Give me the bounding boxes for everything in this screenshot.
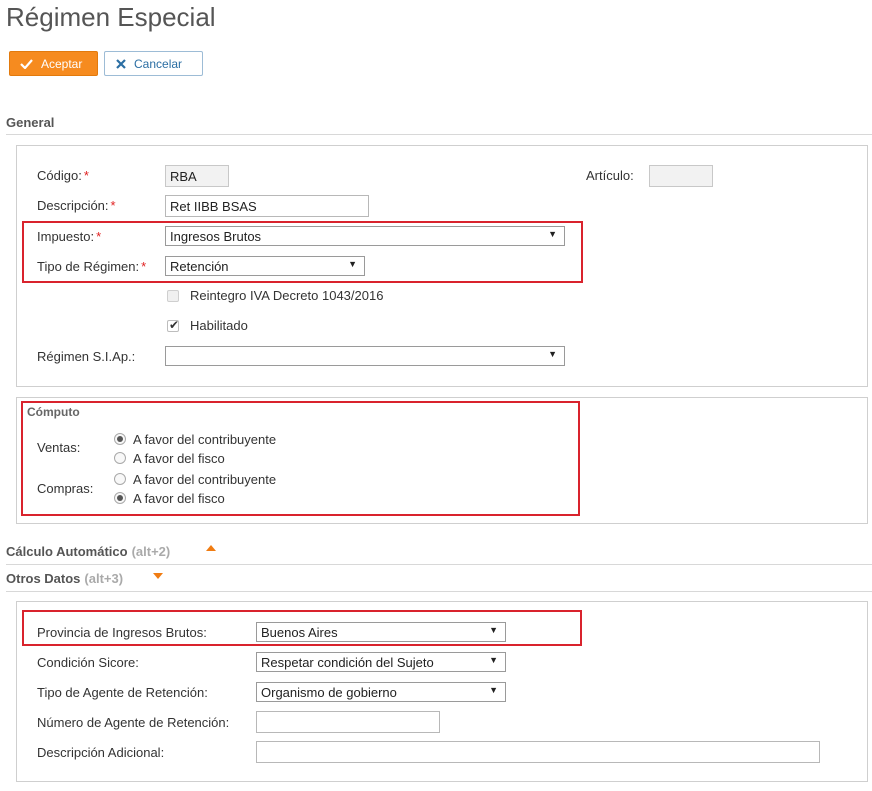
provincia-label: Provincia de Ingresos Brutos: xyxy=(37,625,207,640)
accept-button-label: Aceptar xyxy=(41,56,83,71)
tipo-agente-select[interactable]: Organismo de gobierno ▼ xyxy=(256,682,506,702)
articulo-label: Artículo: xyxy=(586,168,634,183)
ventas-radio-contribuyente[interactable] xyxy=(114,433,126,445)
otros-datos-heading[interactable]: Otros Datos (alt+3) xyxy=(6,571,123,586)
descripcion-label: Descripción: * xyxy=(37,198,116,213)
regimen-siap-select[interactable]: ▼ xyxy=(165,346,565,366)
articulo-field[interactable] xyxy=(649,165,713,187)
ventas-label: Ventas: xyxy=(37,440,81,455)
ventas-option-contribuyente: A favor del contribuyente xyxy=(133,432,277,447)
cancel-button[interactable]: Cancelar xyxy=(104,51,203,76)
triangle-down-icon: ▼ xyxy=(489,625,498,635)
habilitado-checkbox[interactable]: ✔ xyxy=(167,318,180,332)
condicion-sicore-label: Condición Sicore: xyxy=(37,655,139,670)
reintegro-checkbox[interactable] xyxy=(167,290,179,302)
descripcion-adicional-label: Descripción Adicional: xyxy=(37,745,165,760)
numero-agente-field[interactable] xyxy=(256,711,440,733)
general-divider xyxy=(6,134,872,135)
check-icon xyxy=(20,58,33,69)
descripcion-adicional-field[interactable] xyxy=(256,741,820,763)
triangle-down-icon: ▼ xyxy=(489,655,498,665)
impuesto-select-value: Ingresos Brutos xyxy=(170,229,262,244)
accept-button[interactable]: Aceptar xyxy=(9,51,98,76)
compras-radio-fisco[interactable] xyxy=(114,492,126,504)
triangle-down-icon: ▼ xyxy=(348,259,357,269)
tipo-regimen-select[interactable]: Retención ▼ xyxy=(165,256,365,276)
codigo-label: Código: * xyxy=(37,168,89,183)
cancel-button-label: Cancelar xyxy=(134,56,183,71)
compras-option-fisco: A favor del fisco xyxy=(133,491,225,506)
tipo-agente-label: Tipo de Agente de Retención: xyxy=(37,685,208,700)
otros-divider xyxy=(6,591,872,592)
codigo-field[interactable]: RBA xyxy=(165,165,229,187)
tipo-regimen-label: Tipo de Régimen: * xyxy=(37,259,147,274)
calculo-divider xyxy=(6,564,872,565)
computo-legend: Cómputo xyxy=(27,405,80,419)
triangle-up-icon[interactable] xyxy=(206,545,216,551)
general-section-heading: General xyxy=(6,115,55,130)
reintegro-label: Reintegro IVA Decreto 1043/2016 xyxy=(190,288,384,303)
triangle-down-icon: ▼ xyxy=(489,685,498,695)
numero-agente-label: Número de Agente de Retención: xyxy=(37,715,230,730)
condicion-sicore-select-value: Respetar condición del Sujeto xyxy=(261,655,434,670)
condicion-sicore-select[interactable]: Respetar condición del Sujeto ▼ xyxy=(256,652,506,672)
triangle-down-icon: ▼ xyxy=(548,229,557,239)
calculo-automatico-heading[interactable]: Cálculo Automático (alt+2) xyxy=(6,544,170,559)
impuesto-select[interactable]: Ingresos Brutos ▼ xyxy=(165,226,565,246)
regimen-siap-label: Régimen S.I.Ap.: xyxy=(37,349,136,364)
tipo-regimen-select-value: Retención xyxy=(170,259,229,274)
tipo-agente-select-value: Organismo de gobierno xyxy=(261,685,397,700)
compras-option-contribuyente: A favor del contribuyente xyxy=(133,472,277,487)
checkmark-icon: ✔ xyxy=(169,318,180,332)
page-title: Régimen Especial xyxy=(6,2,216,32)
x-icon xyxy=(116,58,126,69)
provincia-select-value: Buenos Aires xyxy=(261,625,338,640)
provincia-select[interactable]: Buenos Aires ▼ xyxy=(256,622,506,642)
ventas-radio-fisco[interactable] xyxy=(114,452,126,464)
compras-label: Compras: xyxy=(37,481,94,496)
triangle-down-icon[interactable] xyxy=(153,573,163,579)
impuesto-label: Impuesto: * xyxy=(37,229,102,244)
triangle-down-icon: ▼ xyxy=(548,349,557,359)
descripcion-field[interactable]: Ret IIBB BSAS xyxy=(165,195,369,217)
habilitado-label: Habilitado xyxy=(190,318,248,333)
compras-radio-contribuyente[interactable] xyxy=(114,473,126,485)
ventas-option-fisco: A favor del fisco xyxy=(133,451,225,466)
